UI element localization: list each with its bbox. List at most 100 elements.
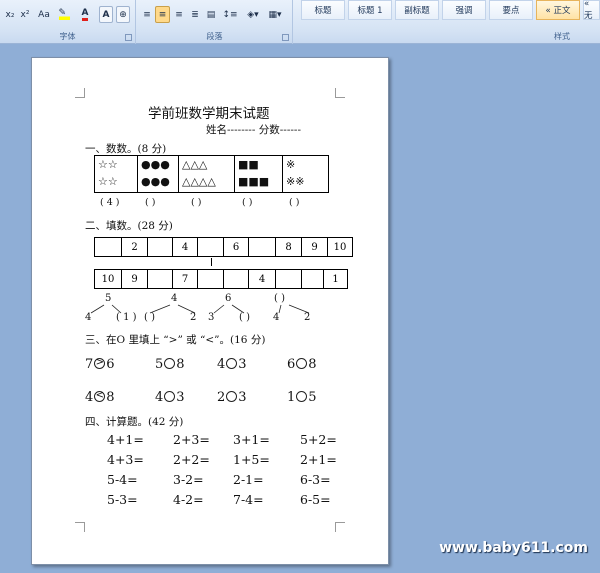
number-cell[interactable] [197, 269, 224, 289]
calc-item[interactable]: 4+1= [107, 432, 144, 447]
bond-left[interactable]: 4 [85, 312, 91, 323]
bond-top[interactable]: ( ) [274, 293, 285, 304]
justify-icon[interactable]: ≣ [188, 6, 202, 23]
calc-item[interactable]: 5-3= [107, 492, 138, 507]
align-right-icon[interactable]: ≡ [172, 6, 186, 23]
number-cell[interactable] [248, 237, 276, 257]
bond-top[interactable]: 5 [105, 293, 111, 304]
shape-cell: △△△ △△△△ [178, 155, 235, 193]
answer-blank[interactable]: ( ) [242, 197, 252, 208]
margin-corner-bottom-left [75, 522, 85, 532]
enclose-characters-icon[interactable]: ⊕ [116, 6, 130, 23]
highlight-icon[interactable]: ✎ [56, 6, 72, 23]
number-cell[interactable]: 8 [275, 237, 302, 257]
answer-blank[interactable]: ( ) [289, 197, 299, 208]
number-cell[interactable]: 1 [323, 269, 348, 289]
compare-circle[interactable] [296, 391, 308, 402]
style-heading[interactable]: 标题 [301, 0, 345, 20]
bond-right[interactable]: 2 [304, 312, 310, 323]
number-cell[interactable] [147, 237, 173, 257]
bond-left[interactable]: 3 [208, 312, 214, 323]
calc-item[interactable]: 6-3= [300, 472, 331, 487]
compare-circle[interactable] [226, 391, 238, 402]
number-cell[interactable] [223, 269, 249, 289]
number-cell[interactable]: 10 [94, 269, 122, 289]
style-subtitle[interactable]: 副标题 [395, 0, 439, 20]
style-strong[interactable]: 要点 [489, 0, 533, 20]
calc-item[interactable]: 4+3= [107, 452, 144, 467]
number-cell[interactable] [275, 269, 302, 289]
calc-item[interactable]: 2+3= [173, 432, 210, 447]
calc-item[interactable]: 4-2= [173, 492, 204, 507]
compare-left-number: 7 [85, 357, 94, 372]
number-cell[interactable]: 4 [172, 237, 198, 257]
borders-icon[interactable]: ▦▾ [265, 6, 285, 23]
calc-item[interactable]: 5+2= [300, 432, 337, 447]
bond-right[interactable]: ( 1 ) [116, 312, 137, 323]
number-cell[interactable]: 2 [121, 237, 148, 257]
font-dialog-launcher[interactable] [125, 34, 132, 41]
answer-blank[interactable]: ( ) [191, 197, 201, 208]
calc-item[interactable]: 3+1= [233, 432, 270, 447]
number-cell[interactable]: 9 [301, 237, 328, 257]
answer-blank[interactable]: ( 4 ) [100, 197, 120, 208]
compare-circle[interactable] [164, 391, 176, 402]
number-cell[interactable]: 6 [223, 237, 249, 257]
style-heading-1[interactable]: 标题 1 [348, 0, 392, 20]
superscript-button[interactable]: x² [18, 6, 32, 23]
bond-top[interactable]: 6 [225, 293, 231, 304]
number-cell[interactable]: 9 [121, 269, 148, 289]
compare-circle[interactable]: < [94, 390, 106, 402]
calc-item[interactable]: 1+5= [233, 452, 270, 467]
style-normal[interactable]: « 正文 [536, 0, 580, 20]
compare-left-number: 4 [85, 390, 94, 405]
number-cell[interactable] [94, 237, 122, 257]
calc-item[interactable]: 5-4= [107, 472, 138, 487]
style-no-spacing[interactable]: « 无 [583, 0, 600, 21]
shape-row-bottom: ●●● [141, 175, 170, 188]
distribute-icon[interactable]: ▤ [204, 6, 218, 23]
bond-left[interactable]: 4 [273, 312, 279, 323]
document-page[interactable]: 学前班数学期末试题 姓名-------- 分数------ 一、数数。(8 分)… [31, 57, 389, 565]
number-cell[interactable] [197, 237, 224, 257]
compare-circle[interactable] [296, 358, 308, 369]
shape-cell: ■■ ■■■ [234, 155, 283, 193]
compare-circle[interactable]: > [94, 357, 106, 369]
calc-item[interactable]: 2+1= [300, 452, 337, 467]
shape-row-bottom: ☆☆ [98, 175, 118, 188]
shape-row-bottom: ※※ [286, 175, 305, 188]
align-center-icon[interactable]: ≡ [155, 6, 170, 23]
compare-circle[interactable] [164, 358, 176, 369]
number-cell[interactable]: 4 [248, 269, 276, 289]
calc-item[interactable]: 2-1= [233, 472, 264, 487]
calc-item[interactable]: 7-4= [233, 492, 264, 507]
line-spacing-icon[interactable]: ↕≡ [221, 6, 239, 23]
bond-left[interactable]: ( ) [144, 312, 155, 323]
bond-right[interactable]: 2 [190, 312, 196, 323]
compare-left-number: 5 [155, 357, 164, 372]
calc-item[interactable]: 6-5= [300, 492, 331, 507]
paragraph-dialog-launcher[interactable] [282, 34, 289, 41]
number-cell[interactable]: 7 [172, 269, 198, 289]
calc-item[interactable]: 2+2= [173, 452, 210, 467]
number-cell[interactable]: 10 [327, 237, 353, 257]
name-score-line: 姓名-------- 分数------ [206, 124, 302, 136]
font-color-icon[interactable]: A [76, 6, 94, 23]
compare-circle[interactable] [226, 358, 238, 369]
style-emphasis[interactable]: 强调 [442, 0, 486, 20]
compare-right-number: 6 [106, 357, 115, 372]
character-shading-icon[interactable]: A [99, 6, 113, 23]
font-group: x₂ x² Aa ✎ A A ⊕ 字体 [0, 0, 136, 44]
shape-row-top: ※ [286, 158, 296, 171]
change-case-button[interactable]: Aa [34, 6, 54, 23]
subscript-button[interactable]: x₂ [3, 6, 17, 23]
bond-right[interactable]: ( ) [239, 312, 250, 323]
number-cell[interactable] [301, 269, 324, 289]
align-left-icon[interactable]: ≡ [140, 6, 154, 23]
answer-blank[interactable]: ( ) [145, 197, 155, 208]
compare-left-number: 4 [217, 357, 226, 372]
shading-icon[interactable]: ◈▾ [243, 6, 263, 23]
calc-item[interactable]: 3-2= [173, 472, 204, 487]
number-cell[interactable] [147, 269, 173, 289]
bond-top[interactable]: 4 [171, 293, 177, 304]
